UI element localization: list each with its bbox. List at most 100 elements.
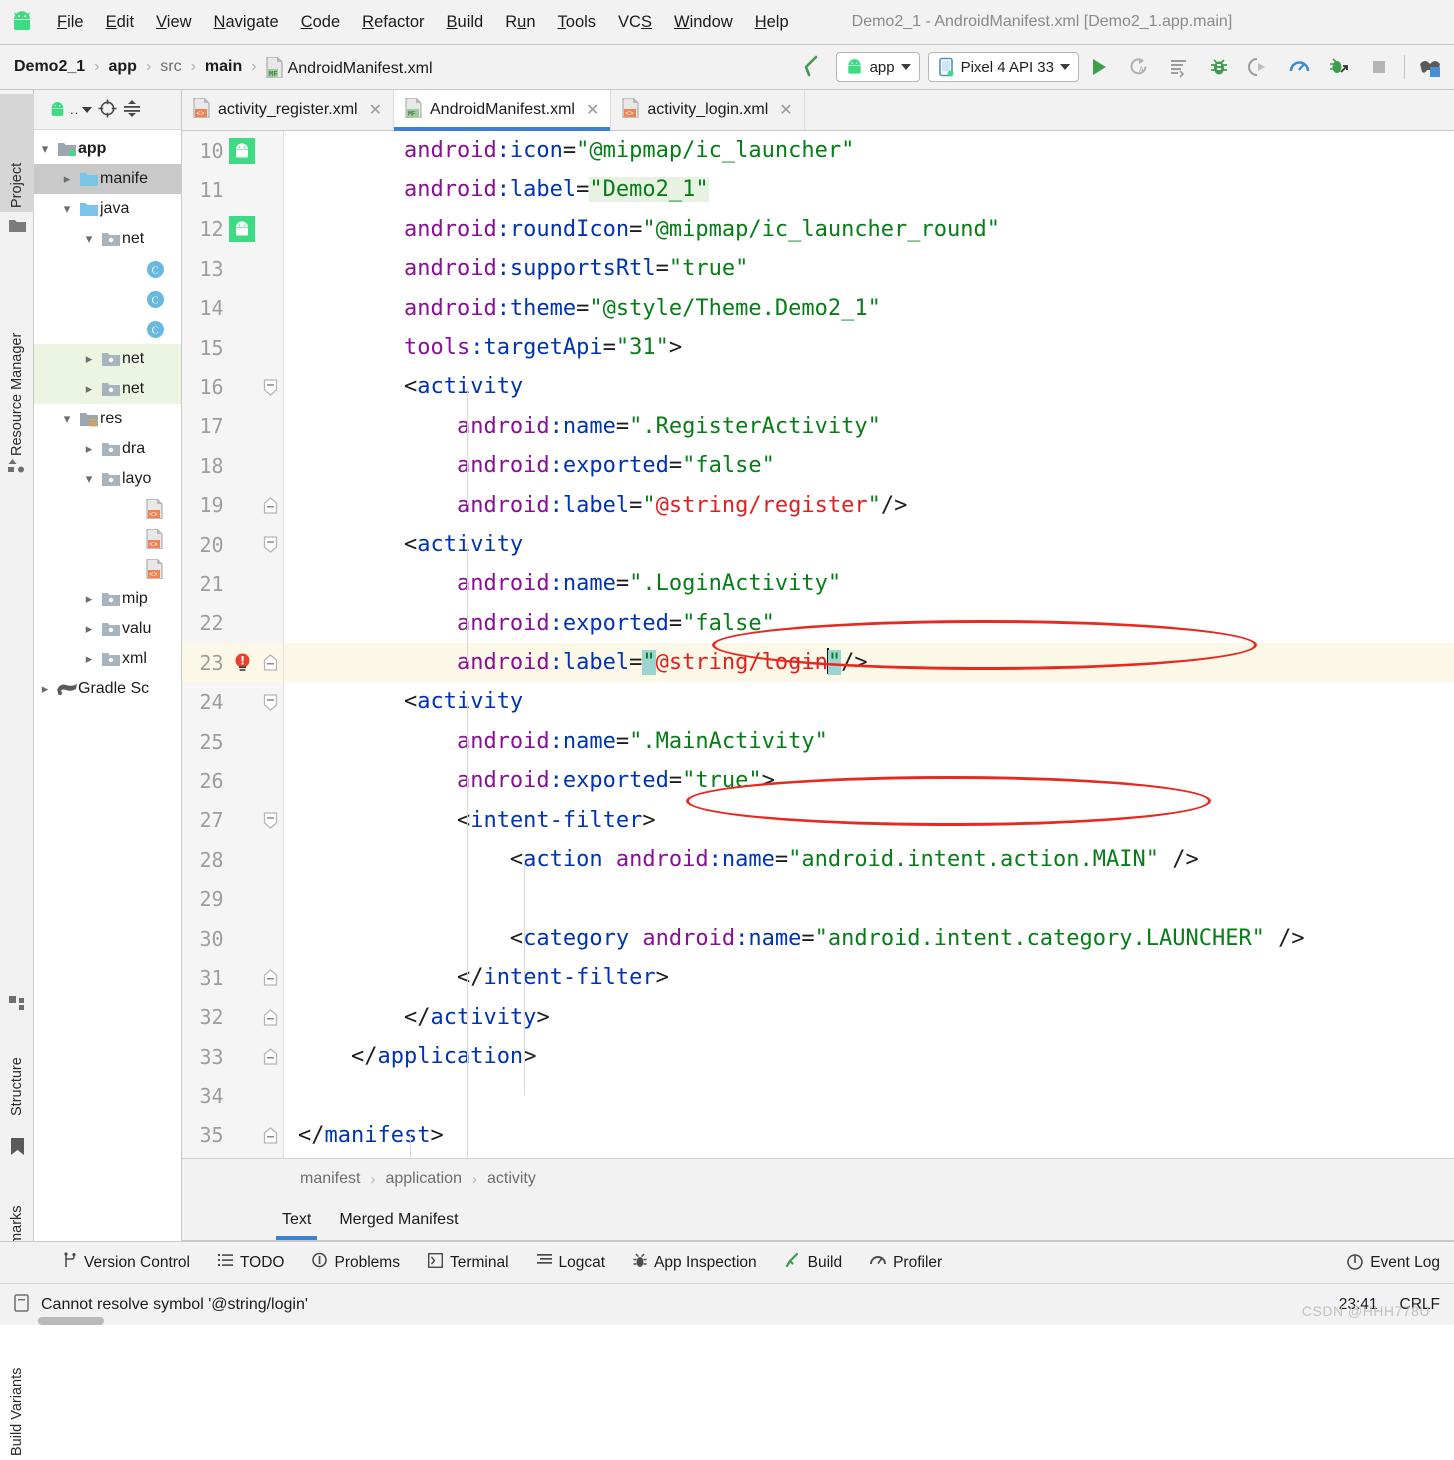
chevron-right-icon[interactable]: ▸ [78, 381, 100, 397]
gutter-row[interactable]: 34 [182, 1076, 283, 1115]
gutter-row[interactable]: 18 [182, 446, 283, 485]
fold-end-icon[interactable] [257, 1048, 283, 1065]
menu-item-help[interactable]: Help [744, 10, 800, 35]
tool-window-button-build[interactable]: Build [771, 1252, 856, 1273]
fold-start-icon[interactable] [257, 812, 283, 829]
gutter-row[interactable]: 24 [182, 682, 283, 721]
chevron-down-icon[interactable]: ▾ [34, 141, 56, 157]
stop-icon[interactable] [1359, 46, 1399, 88]
code-line[interactable] [284, 879, 1454, 918]
chevron-right-icon[interactable]: ▸ [78, 651, 100, 667]
code-line[interactable]: android:name=".RegisterActivity" [284, 407, 1454, 446]
fold-end-icon[interactable] [257, 654, 283, 671]
editor-breadcrumb-application[interactable]: application [385, 1170, 462, 1188]
tool-window-button-terminal[interactable]: Terminal [414, 1252, 523, 1273]
attach-debugger-icon[interactable] [1239, 46, 1279, 88]
android-preview-icon[interactable] [228, 137, 258, 164]
menu-item-refactor[interactable]: Refactor [351, 10, 435, 35]
editor-tabs[interactable]: <> activity_register.xml ✕ MF AndroidManifes… [182, 90, 1454, 131]
gutter-row[interactable]: 26 [182, 761, 283, 800]
editor-breadcrumb-manifest[interactable]: manifest [300, 1170, 360, 1188]
fold-end-icon[interactable] [257, 969, 283, 987]
rerun-icon[interactable] [1159, 46, 1199, 88]
chevron-right-icon[interactable]: ▸ [78, 441, 100, 457]
coverage-icon[interactable] [1319, 46, 1359, 88]
tree-node-res[interactable]: ▾ res [34, 404, 181, 434]
tree-node-net[interactable]: ▾ net [34, 224, 181, 254]
profiler-icon[interactable] [1279, 46, 1319, 88]
tree-node[interactable]: C [34, 254, 181, 284]
code-text[interactable]: android:icon="@mipmap/ic_launcher" andro… [284, 131, 1454, 1158]
gutter-row[interactable]: 28 [182, 840, 283, 879]
code-line[interactable]: android:name=".MainActivity" [284, 722, 1454, 761]
editor-breadcrumb[interactable]: manifest › application › activity [182, 1158, 1454, 1199]
code-line[interactable]: </intent-filter> [284, 958, 1454, 997]
tool-window-button-todo[interactable]: TODO [204, 1253, 299, 1273]
menu-item-tools[interactable]: Tools [547, 10, 608, 35]
gutter-row[interactable]: 25 [182, 722, 283, 761]
chevron-down-icon[interactable]: ▾ [56, 201, 78, 217]
tree-node-app[interactable]: ▾ app [34, 134, 181, 164]
code-line[interactable]: android:exported="true"> [284, 761, 1454, 800]
chevron-right-icon[interactable]: ▸ [34, 681, 56, 697]
gutter-row[interactable]: 19 [182, 486, 283, 525]
breadcrumb-item-demo2-1[interactable]: Demo2_1 [14, 58, 85, 76]
gutter-row[interactable]: 13 [182, 249, 283, 288]
line-separator[interactable]: CRLF [1400, 1296, 1440, 1314]
code-line[interactable]: android:theme="@style/Theme.Demo2_1" [284, 289, 1454, 328]
close-icon[interactable]: ✕ [369, 100, 382, 120]
code-line[interactable]: tools:targetApi="31"> [284, 328, 1454, 367]
project-tree[interactable]: ▾ app ▸ manife ▾ java ▾ net C C C ▸ net ▸ net ▾ res ▸ dra ▾… [34, 130, 181, 1241]
code-line[interactable]: </manifest> [284, 1116, 1454, 1155]
editor-tab-activity-register-xml[interactable]: <> activity_register.xml ✕ [182, 90, 394, 130]
chevron-right-icon[interactable]: ▸ [78, 621, 100, 637]
code-line[interactable]: android:label="Demo2_1" [284, 170, 1454, 209]
gutter-row[interactable]: 31 [182, 958, 283, 997]
menu-item-navigate[interactable]: Navigate [203, 10, 290, 35]
tool-window-button-profiler[interactable]: Profiler [856, 1253, 956, 1272]
gutter-row[interactable]: 11 [182, 170, 283, 209]
gutter-row[interactable]: 33 [182, 1037, 283, 1076]
chevron-right-icon[interactable]: ▸ [56, 171, 78, 187]
apply-changes-icon[interactable]: A [1119, 46, 1159, 88]
gutter-row[interactable]: 21 [182, 564, 283, 603]
menu-item-code[interactable]: Code [290, 10, 351, 35]
breadcrumb-item-main[interactable]: main [205, 58, 242, 76]
code-line[interactable]: <activity [284, 682, 1454, 721]
code-line[interactable]: android:roundIcon="@mipmap/ic_launcher_r… [284, 210, 1454, 249]
tree-node-valu[interactable]: ▸ valu [34, 614, 181, 644]
gutter-row[interactable]: 12 [182, 210, 283, 249]
editor-breadcrumb-activity[interactable]: activity [487, 1170, 536, 1188]
android-preview-icon[interactable] [228, 216, 258, 243]
back-arrow-icon[interactable] [794, 53, 828, 82]
code-line[interactable]: <activity [284, 525, 1454, 564]
breadcrumb-item-androidmanifest-xml[interactable]: MF AndroidManifest.xml [266, 56, 433, 79]
code-line[interactable]: android:name=".LoginActivity" [284, 564, 1454, 603]
code-line[interactable]: <activity [284, 367, 1454, 406]
gutter-row[interactable]: 23 [182, 643, 283, 683]
code-area[interactable]: 10 11 12 13 14 15 16 17 18 19 20 21 22 23 24 25 26 27 28 29… [182, 131, 1454, 1158]
menu-item-run[interactable]: Run [494, 10, 546, 35]
tree-node[interactable]: C [34, 284, 181, 314]
code-line[interactable]: android:exported="false" [284, 604, 1454, 643]
menu-item-window[interactable]: Window [663, 10, 744, 35]
tree-node-xml[interactable]: ▸ xml [34, 644, 181, 674]
code-line[interactable] [284, 1076, 1454, 1115]
view-tab-text[interactable]: Text [268, 1199, 325, 1240]
sidebar-item-resource-manager[interactable]: Resource Manager [0, 250, 34, 460]
caret-position[interactable]: 23:41 [1339, 1296, 1378, 1314]
tree-node[interactable]: C [34, 314, 181, 344]
code-line[interactable]: android:icon="@mipmap/ic_launcher" [284, 131, 1454, 170]
horizontal-scrollbar[interactable] [38, 1317, 104, 1325]
project-view-selector[interactable]: .. [48, 101, 93, 118]
chevron-down-icon[interactable]: ▾ [78, 231, 100, 247]
gutter-row[interactable]: 32 [182, 998, 283, 1037]
menu-item-file[interactable]: File [46, 10, 95, 35]
tree-node-net[interactable]: ▸ net [34, 374, 181, 404]
gutter-row[interactable]: 10 [182, 131, 283, 170]
fold-start-icon[interactable] [257, 694, 283, 711]
collapse-all-icon[interactable] [123, 99, 141, 121]
code-line[interactable]: </activity> [284, 998, 1454, 1037]
gutter-row[interactable]: 14 [182, 289, 283, 328]
breadcrumb-item-src[interactable]: src [160, 58, 181, 76]
